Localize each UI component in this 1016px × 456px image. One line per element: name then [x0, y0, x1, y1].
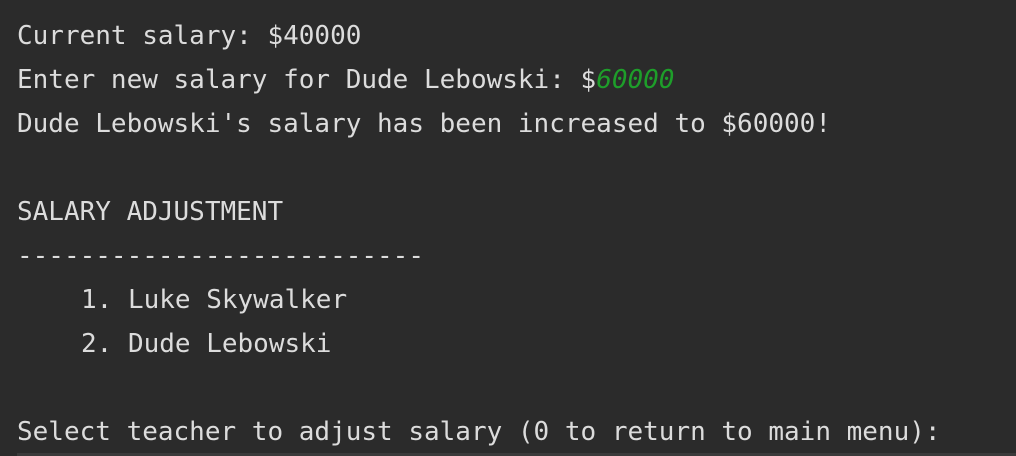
- current-salary-line: Current salary: $40000: [17, 21, 362, 51]
- new-salary-line: Enter new salary for Dude Lebowski: $600…: [17, 58, 1016, 102]
- new-salary-input: 60000: [596, 65, 675, 95]
- menu-item-luke-skywalker: 1. Luke Skywalker: [81, 285, 348, 315]
- menu-divider: --------------------------: [17, 241, 424, 271]
- select-teacher-prompt[interactable]: Select teacher to adjust salary (0 to re…: [17, 410, 1016, 454]
- menu-title: SALARY ADJUSTMENT: [17, 197, 284, 227]
- new-salary-prompt: Enter new salary for Dude Lebowski: $: [17, 65, 597, 95]
- menu-item-dude-lebowski: 2. Dude Lebowski: [81, 329, 332, 359]
- terminal-window[interactable]: Current salary: $40000 Enter new salary …: [0, 0, 1016, 456]
- confirmation-line: Dude Lebowski's salary has been increase…: [17, 109, 831, 139]
